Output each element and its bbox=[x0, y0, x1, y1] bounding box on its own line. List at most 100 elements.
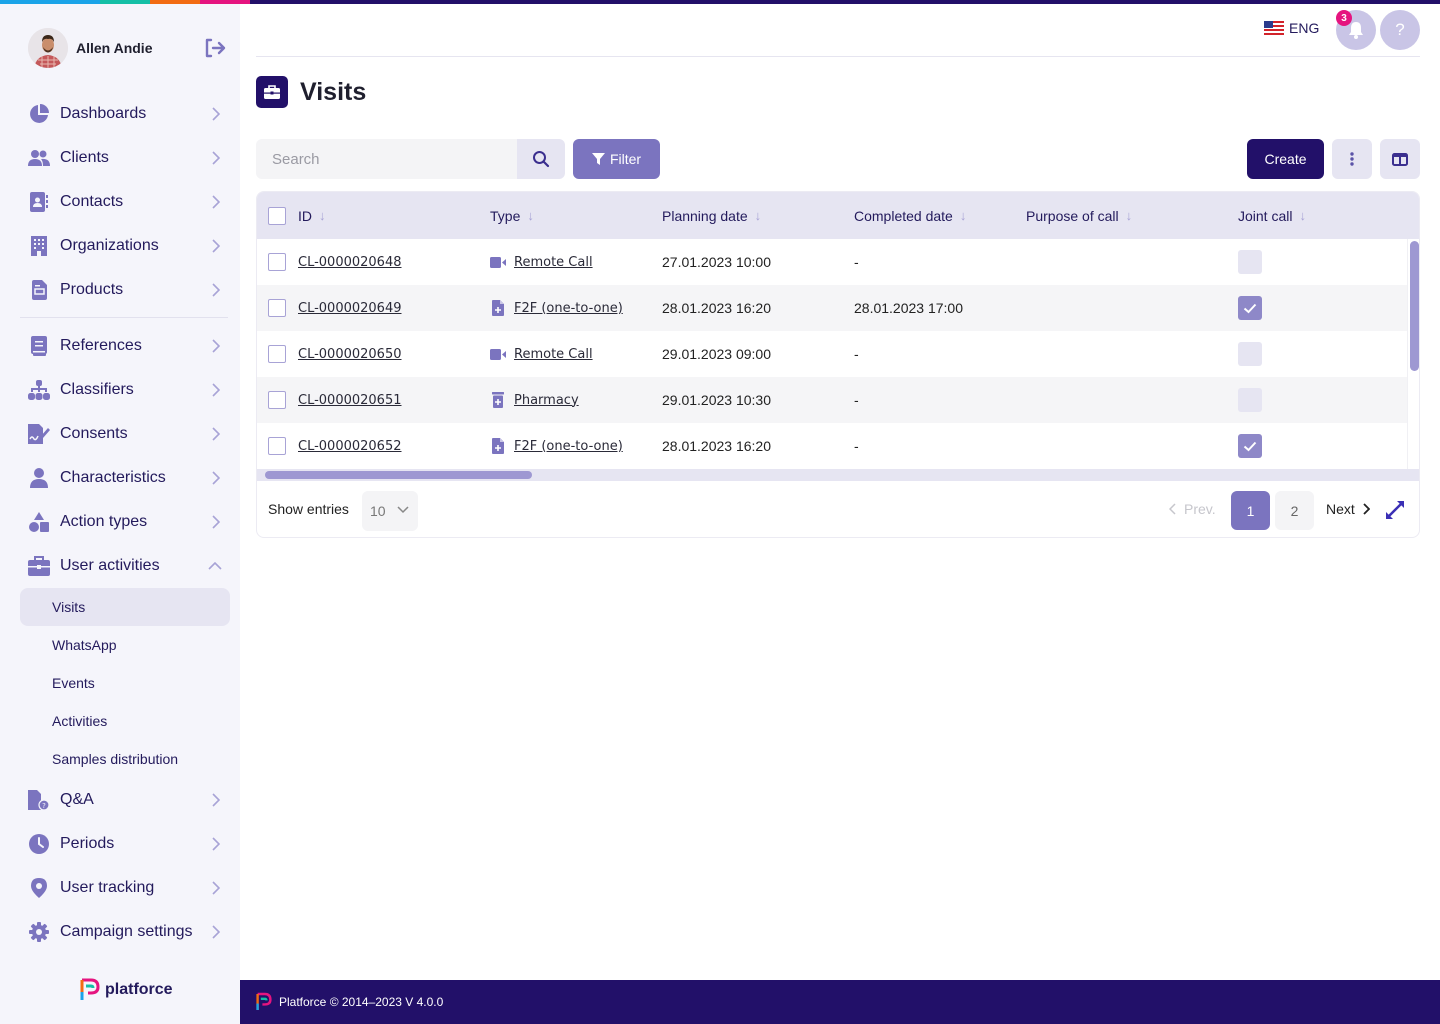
sidebar-item-label: Q&A bbox=[60, 791, 94, 808]
sidebar-subitem-whatsapp[interactable]: WhatsApp bbox=[20, 626, 230, 664]
sidebar: Allen Andie Dashboards Clients Contacts … bbox=[0, 4, 240, 1024]
column-header-type[interactable]: Type ↓ bbox=[490, 192, 534, 239]
column-header-purpose-of-call[interactable]: Purpose of call ↓ bbox=[1026, 192, 1132, 239]
table-row[interactable]: CL-0000020649 F2F (one-to-one) 28.01.2023 … bbox=[257, 285, 1407, 331]
columns-toggle-button[interactable] bbox=[1380, 139, 1420, 179]
table-row[interactable]: CL-0000020651 Pharmacy 29.01.2023 10:30 - bbox=[257, 377, 1407, 423]
sidebar-item-consents[interactable]: Consents bbox=[20, 412, 230, 456]
cell-type: Remote Call bbox=[490, 239, 593, 285]
visit-type-link[interactable]: F2F (one-to-one) bbox=[514, 439, 623, 454]
logout-icon[interactable] bbox=[204, 38, 226, 58]
checkmark-icon bbox=[1243, 303, 1257, 313]
cell-planning-date: 29.01.2023 10:30 bbox=[662, 392, 771, 408]
row-checkbox[interactable] bbox=[268, 299, 286, 317]
pharmacy-icon bbox=[490, 392, 506, 408]
footer: Platforce © 2014–2023 V 4.0.0 bbox=[240, 980, 1440, 1024]
column-header-completed-date[interactable]: Completed date ↓ bbox=[854, 192, 966, 239]
sidebar-item-action-types[interactable]: Action types bbox=[20, 500, 230, 544]
next-page-button[interactable]: Next bbox=[1326, 501, 1370, 517]
sidebar-item-qa[interactable]: ? Q&A bbox=[20, 778, 230, 822]
column-header-planning-date[interactable]: Planning date ↓ bbox=[662, 192, 761, 239]
sidebar-item-label: References bbox=[60, 337, 142, 354]
sidebar-subitem-activities[interactable]: Activities bbox=[20, 702, 230, 740]
more-options-button[interactable] bbox=[1332, 139, 1372, 179]
row-checkbox[interactable] bbox=[268, 253, 286, 271]
joint-call-checkbox[interactable] bbox=[1238, 388, 1262, 412]
file-plus-icon bbox=[490, 438, 506, 454]
visit-type-link[interactable]: F2F (one-to-one) bbox=[514, 301, 623, 316]
entries-per-page-select[interactable]: 10 bbox=[362, 491, 418, 531]
visit-type-link[interactable]: Pharmacy bbox=[514, 393, 579, 408]
contact-book-icon bbox=[28, 191, 50, 213]
sidebar-item-user-activities[interactable]: User activities bbox=[20, 544, 230, 588]
sidebar-item-user-tracking[interactable]: User tracking bbox=[20, 866, 230, 910]
sidebar-subitem-events[interactable]: Events bbox=[20, 664, 230, 702]
select-all-checkbox-cell bbox=[268, 192, 286, 239]
page-button-2[interactable]: 2 bbox=[1275, 491, 1314, 530]
cell-planning-date: 29.01.2023 09:00 bbox=[662, 346, 771, 362]
visit-id-link[interactable]: CL-0000020651 bbox=[298, 393, 402, 408]
cell-joint-call bbox=[1238, 285, 1262, 331]
visit-id-link[interactable]: CL-0000020650 bbox=[298, 347, 402, 362]
sidebar-item-clients[interactable]: Clients bbox=[20, 136, 230, 180]
column-header-id[interactable]: ID ↓ bbox=[298, 192, 326, 239]
sidebar-item-products[interactable]: Products bbox=[20, 268, 230, 312]
avatar[interactable] bbox=[28, 28, 68, 68]
row-checkbox[interactable] bbox=[268, 391, 286, 409]
table-header: ID ↓ Type ↓ Planning date ↓ Completed date ↓… bbox=[257, 192, 1419, 239]
sidebar-item-label: Classifiers bbox=[60, 381, 134, 398]
column-header-joint-call[interactable]: Joint call ↓ bbox=[1238, 192, 1306, 239]
table-row[interactable]: CL-0000020650 Remote Call 29.01.2023 09:00… bbox=[257, 331, 1407, 377]
table-row[interactable]: CL-0000020652 F2F (one-to-one) 28.01.2023 … bbox=[257, 423, 1407, 469]
header-divider bbox=[256, 56, 1420, 57]
search-button[interactable] bbox=[517, 139, 565, 179]
select-all-checkbox[interactable] bbox=[268, 206, 286, 225]
help-button[interactable]: ? bbox=[1380, 10, 1420, 50]
joint-call-checkbox[interactable] bbox=[1238, 342, 1262, 366]
footer-copyright: Platforce © 2014–2023 V 4.0.0 bbox=[279, 995, 444, 1009]
table-row[interactable]: CL-0000020648 Remote Call 27.01.2023 10:00… bbox=[257, 239, 1407, 285]
horizontal-scrollbar[interactable] bbox=[257, 469, 1419, 481]
page-button-1[interactable]: 1 bbox=[1231, 491, 1270, 530]
language-selector[interactable]: ENG bbox=[1264, 20, 1319, 36]
visit-id-link[interactable]: CL-0000020648 bbox=[298, 255, 402, 270]
sidebar-item-organizations[interactable]: Organizations bbox=[20, 224, 230, 268]
chevron-right-icon bbox=[212, 383, 220, 397]
joint-call-checkbox[interactable] bbox=[1238, 296, 1262, 320]
visit-type-link[interactable]: Remote Call bbox=[514, 347, 593, 362]
filter-label: Filter bbox=[609, 151, 642, 167]
row-checkbox[interactable] bbox=[268, 437, 286, 455]
sidebar-item-classifiers[interactable]: Classifiers bbox=[20, 368, 230, 412]
sidebar-item-dashboards[interactable]: Dashboards bbox=[20, 92, 230, 136]
filter-icon bbox=[591, 152, 605, 165]
visit-type-link[interactable]: Remote Call bbox=[514, 255, 593, 270]
sidebar-item-contacts[interactable]: Contacts bbox=[20, 180, 230, 224]
show-entries-label: Show entries bbox=[268, 501, 349, 517]
sidebar-subitem-samples-distribution[interactable]: Samples distribution bbox=[20, 740, 230, 778]
joint-call-checkbox[interactable] bbox=[1238, 434, 1262, 458]
sidebar-item-periods[interactable]: Periods bbox=[20, 822, 230, 866]
chevron-right-icon bbox=[212, 239, 220, 253]
sidebar-subitem-visits[interactable]: Visits bbox=[20, 588, 230, 626]
us-flag-icon bbox=[1264, 21, 1284, 35]
sidebar-item-references[interactable]: References bbox=[20, 324, 230, 368]
row-checkbox[interactable] bbox=[268, 345, 286, 363]
sidebar-item-characteristics[interactable]: Characteristics bbox=[20, 456, 230, 500]
filter-button[interactable]: Filter bbox=[573, 139, 660, 179]
create-button[interactable]: Create bbox=[1247, 139, 1324, 179]
user-name: Allen Andie bbox=[76, 40, 153, 56]
search-input[interactable] bbox=[256, 139, 517, 179]
prev-page-button[interactable]: Prev. bbox=[1169, 501, 1216, 517]
sidebar-item-campaign-settings[interactable]: Campaign settings bbox=[20, 910, 230, 954]
svg-text:?: ? bbox=[42, 802, 46, 810]
expand-button[interactable] bbox=[1385, 500, 1405, 525]
cell-planning-date: 27.01.2023 10:00 bbox=[662, 254, 771, 270]
sidebar-item-label: Products bbox=[60, 281, 124, 298]
vertical-scrollbar[interactable] bbox=[1407, 239, 1419, 469]
horizontal-scroll-thumb[interactable] bbox=[265, 471, 532, 479]
sidebar-item-label: Consents bbox=[60, 425, 128, 442]
vertical-scroll-thumb[interactable] bbox=[1410, 241, 1419, 371]
visit-id-link[interactable]: CL-0000020649 bbox=[298, 301, 402, 316]
joint-call-checkbox[interactable] bbox=[1238, 250, 1262, 274]
visit-id-link[interactable]: CL-0000020652 bbox=[298, 439, 402, 454]
